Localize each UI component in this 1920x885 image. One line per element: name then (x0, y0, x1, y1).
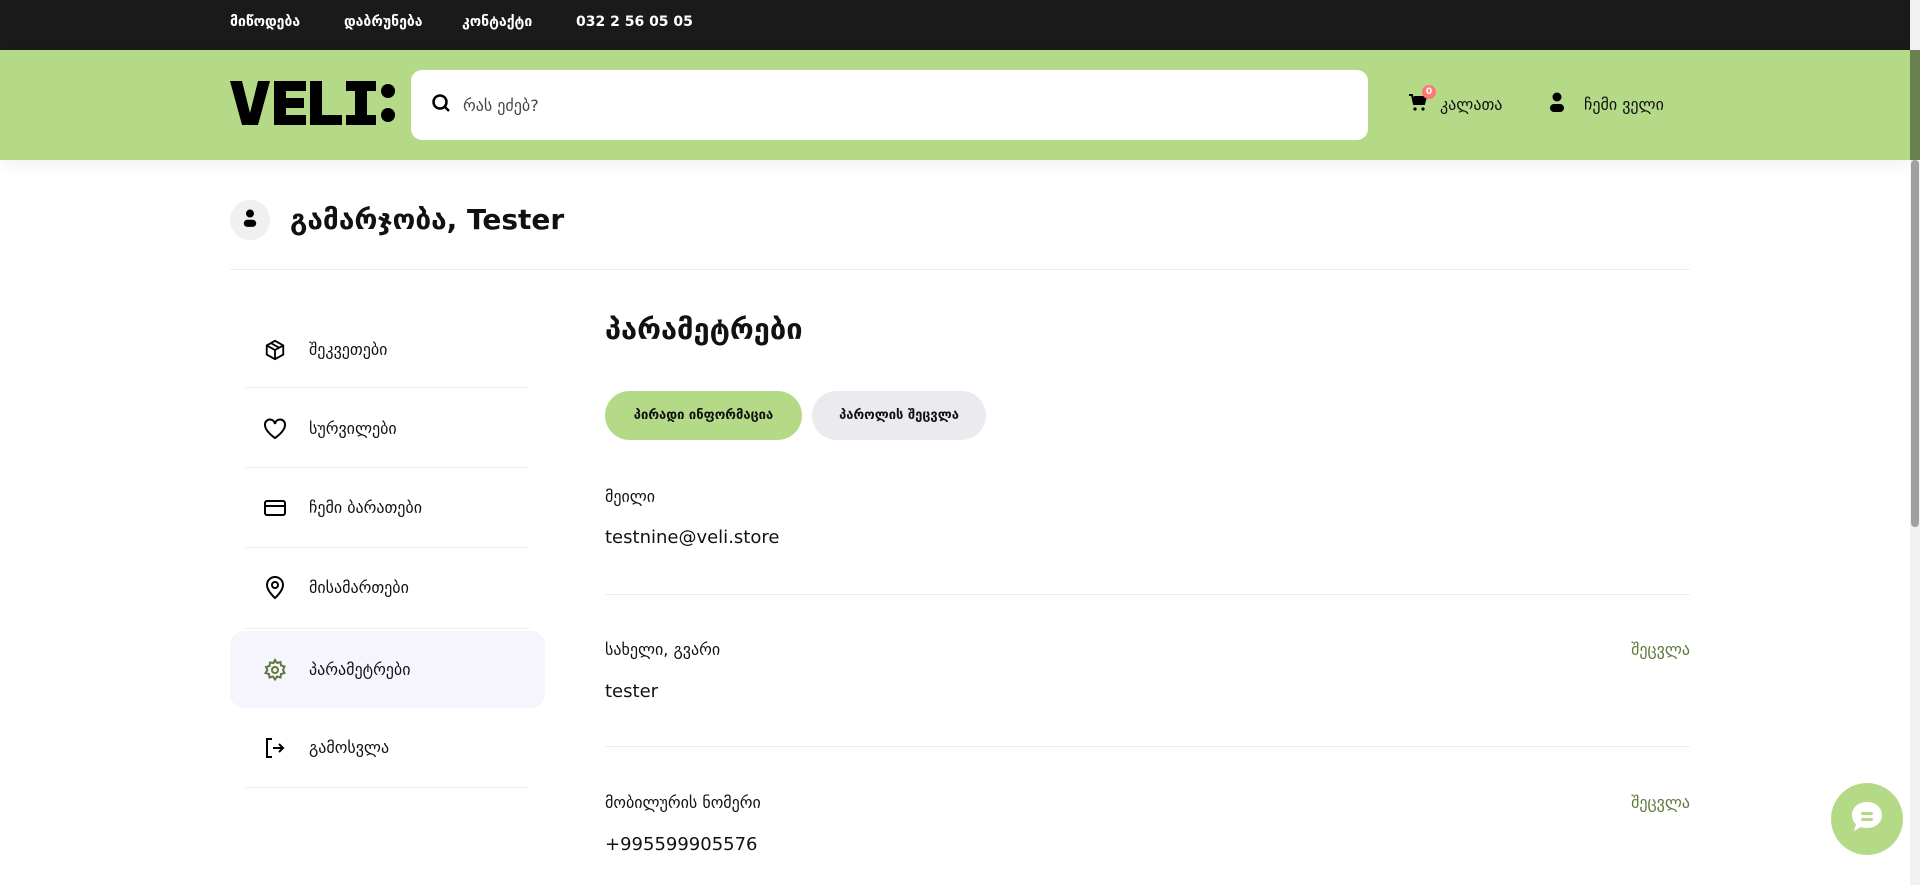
user-icon (1548, 92, 1566, 116)
search-bar (411, 70, 1368, 140)
email-label: მეილი (605, 487, 656, 506)
divider (245, 547, 529, 548)
location-icon (263, 575, 287, 600)
logo[interactable] (230, 81, 396, 129)
box-icon (263, 338, 287, 362)
logout-icon (263, 736, 287, 760)
gear-icon (263, 657, 287, 682)
tab-change-password[interactable]: პაროლის შეცვლა (812, 391, 986, 440)
search-input[interactable] (463, 95, 1323, 115)
name-value: tester (605, 681, 659, 702)
my-account-label: ჩემი ველი (1584, 94, 1664, 114)
sidebar-item-label: გამოსვლა (309, 738, 390, 757)
cart-count-badge: 0 (1422, 85, 1436, 99)
sidebar-item-label: პარამეტრები (309, 660, 411, 679)
sidebar-item-orders[interactable]: შეკვეთები (230, 311, 545, 388)
name-label: სახელი, გვარი (605, 640, 721, 659)
edit-name-link[interactable]: შეცვლა (1631, 640, 1690, 659)
card-icon (263, 496, 287, 520)
returns-link[interactable]: დაბრუნება (344, 14, 423, 30)
phone-label: მობილურის ნომერი (605, 793, 761, 812)
search-icon (431, 93, 451, 117)
sidebar-item-label: მისამართები (309, 578, 409, 597)
phone-value: +995599905576 (605, 834, 758, 855)
sidebar-item-cards[interactable]: ჩემი ბარათები (230, 469, 545, 546)
email-value: testnine@veli.store (605, 527, 780, 548)
sidebar-item-settings[interactable]: პარამეტრები (230, 631, 545, 708)
divider (245, 628, 529, 629)
divider (230, 269, 1690, 270)
divider (605, 746, 1690, 747)
scrollbar-thumb[interactable] (1911, 160, 1919, 527)
divider (605, 594, 1690, 595)
cart-label: კალათა (1440, 94, 1503, 114)
tab-personal-info[interactable]: პირადი ინფორმაცია (605, 391, 802, 440)
divider (245, 387, 529, 388)
sidebar-item-wishlist[interactable]: სურვილები (230, 390, 545, 467)
divider (245, 467, 529, 468)
user-icon (242, 209, 258, 231)
edit-phone-link[interactable]: შეცვლა (1631, 793, 1690, 812)
sidebar-item-label: ჩემი ბარათები (309, 498, 422, 517)
page-title: პარამეტრები (605, 312, 803, 346)
sidebar-item-logout[interactable]: გამოსვლა (230, 709, 545, 786)
chat-icon (1847, 797, 1887, 841)
cart-button[interactable]: 0 კალათა (1408, 85, 1503, 116)
scrollbar[interactable] (1910, 0, 1920, 885)
phone-link[interactable]: 032 2 56 05 05 (576, 14, 693, 30)
my-account-button[interactable]: ჩემი ველი (1548, 92, 1664, 116)
sidebar-item-addresses[interactable]: მისამართები (230, 549, 545, 626)
sidebar-item-label: შეკვეთები (309, 340, 388, 359)
sidebar-item-label: სურვილები (309, 419, 397, 438)
greeting-title: გამარჯობა, Tester (290, 203, 565, 236)
delivery-link[interactable]: მიწოდება (230, 14, 300, 30)
heart-icon (263, 417, 287, 441)
divider (245, 787, 529, 788)
chat-button[interactable] (1831, 783, 1903, 855)
cart-icon: 0 (1408, 85, 1436, 116)
top-bar: მიწოდება დაბრუნება კონტაქტი 032 2 56 05 … (0, 0, 1910, 50)
avatar (230, 200, 270, 240)
contact-link[interactable]: კონტაქტი (462, 14, 532, 30)
